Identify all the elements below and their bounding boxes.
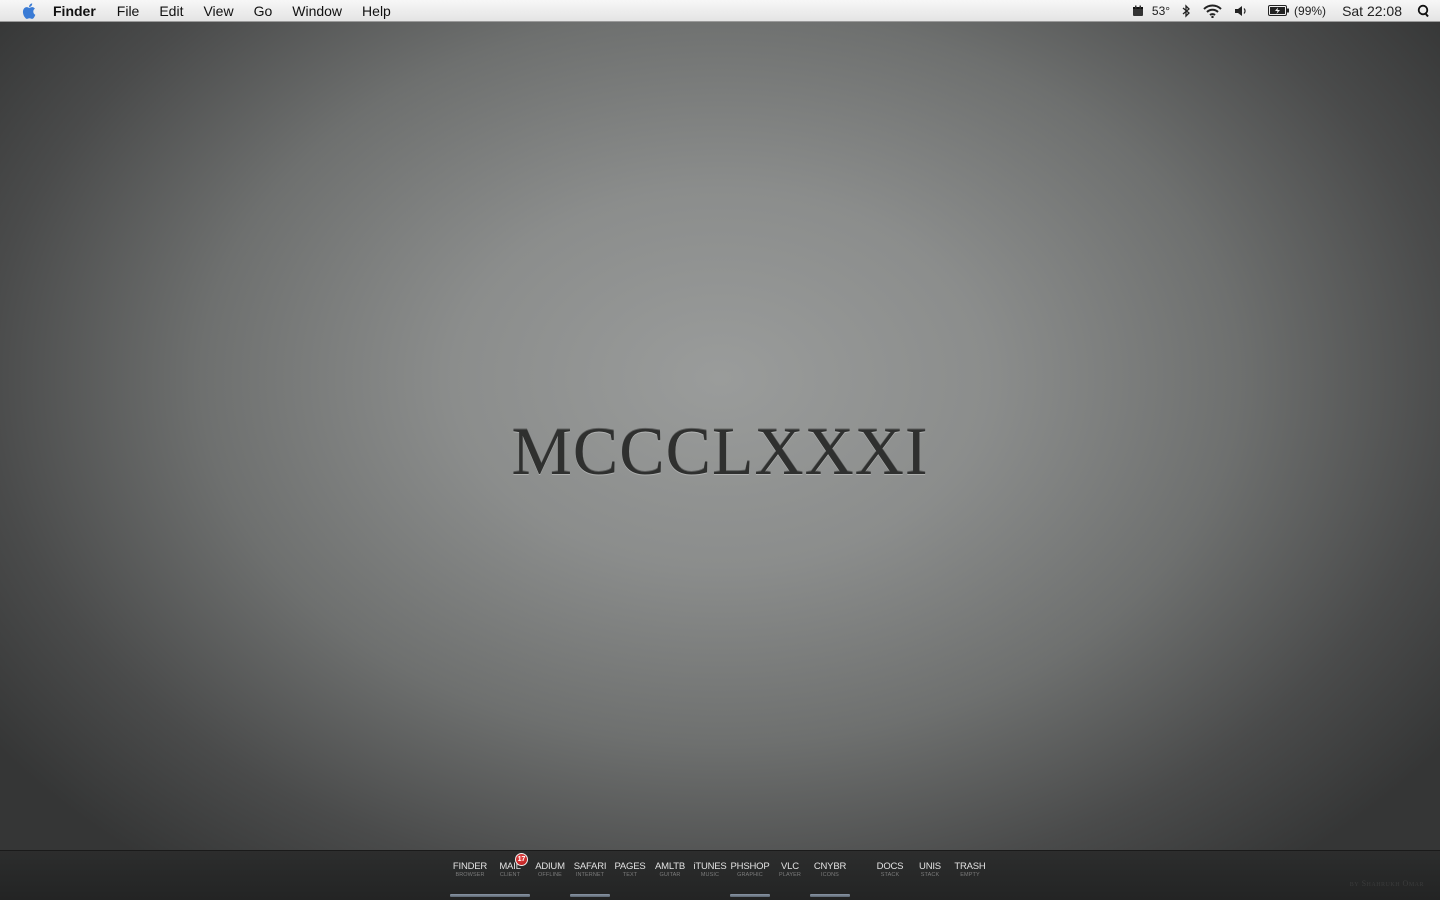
running-indicator-cnybr [810, 894, 850, 897]
menu-file[interactable]: File [107, 0, 150, 22]
apple-logo-icon[interactable] [21, 2, 37, 19]
dock-item-label: CNYBR [813, 861, 847, 872]
running-indicator-phshop [730, 894, 770, 897]
dock: FINDER BROWSER 17 MAIL CLIENT ADIUM OFFL… [0, 850, 1440, 900]
dock-item-sublabel: EMPTY [960, 872, 980, 878]
battery-icon[interactable] [1268, 5, 1290, 16]
menu-window[interactable]: Window [282, 0, 352, 22]
dock-item-trash[interactable]: TRASH EMPTY [945, 861, 995, 879]
dock-item-label: TRASH [954, 861, 986, 872]
clock[interactable]: Sat 22:08 [1342, 3, 1402, 19]
menu-bar-status: 53° (99%) Sat 22:08 [1120, 0, 1440, 22]
spotlight-search-icon[interactable] [1416, 4, 1430, 18]
menu-go[interactable]: Go [244, 0, 283, 22]
menu-app-finder[interactable]: Finder [53, 0, 107, 22]
battery-percent[interactable]: (99%) [1294, 4, 1326, 18]
temperature-readout[interactable]: 53° [1152, 4, 1170, 18]
weather-icon[interactable] [1132, 5, 1144, 17]
wifi-icon[interactable] [1203, 4, 1222, 18]
menu-bar: Finder File Edit View Go Window Help 53°… [0, 0, 1440, 22]
dock-item-cnybr[interactable]: CNYBR ICONS [805, 861, 855, 879]
menu-view[interactable]: View [193, 0, 243, 22]
menu-bar-left: Finder File Edit View Go Window Help [0, 0, 401, 22]
desktop-wallpaper-title: MCCCLXXXI [511, 413, 929, 489]
menu-edit[interactable]: Edit [149, 0, 193, 22]
menu-help[interactable]: Help [352, 0, 401, 22]
running-indicator-safari [570, 894, 610, 897]
dock-item-sublabel: ICONS [821, 872, 839, 878]
volume-icon[interactable] [1234, 5, 1248, 17]
wallpaper-signature: by Shahrukh Omar [1349, 879, 1424, 888]
running-indicator-finder-mail [450, 894, 530, 897]
bluetooth-icon[interactable] [1182, 3, 1191, 18]
